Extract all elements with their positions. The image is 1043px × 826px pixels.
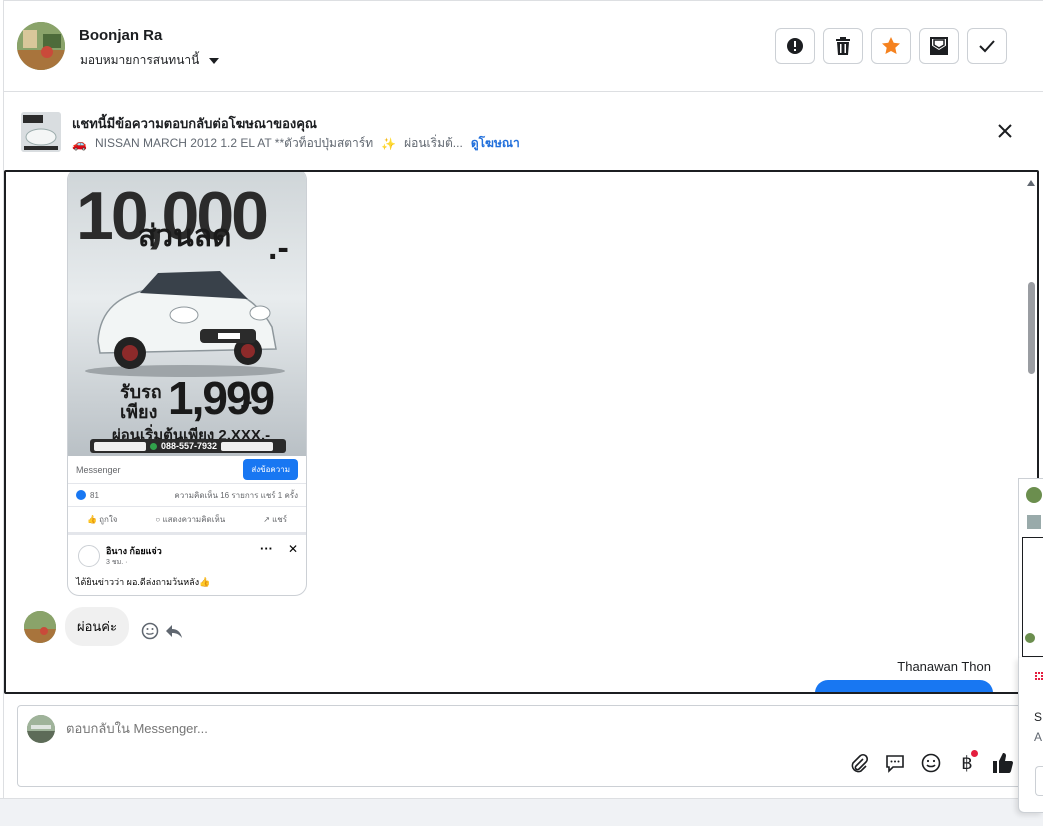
sender-avatar [24,610,56,643]
page-avatar [27,715,55,743]
check-icon [979,40,995,53]
paperclip-icon [851,753,869,773]
report-icon [787,38,803,54]
post-share-button[interactable]: ↗ แชร์ [263,513,287,526]
emoji-icon [921,753,941,773]
send-message-button[interactable]: ส่งข้อความ [243,459,298,480]
post-comment: อินาง ก้อยแจ่ว 3 ชม. · ··· ✕ ได้ยินข่าวว… [68,532,306,595]
ad-description-tail: ผ่อนเริ่มต้... [404,136,463,150]
ad-banner-subtitle: 🚗 NISSAN MARCH 2012 1.2 EL AT **ตัวท็อปป… [72,134,520,153]
payment-button[interactable]: ฿ [956,750,978,774]
shared-ad-post-card[interactable]: 10,000 .- ส่วนลด รับรถ เพียง 1,999 .- ผ่… [67,172,307,596]
side-popup-button[interactable] [1035,766,1043,796]
outgoing-message-bubble[interactable] [815,680,993,692]
post-reactions-row: 👍 ถูกใจ ○ แสดงความคิดเห็น ↗ แชร์ [68,506,306,532]
post-share-label: แชร์ [272,515,288,524]
view-ad-link[interactable]: ดูโฆษณา [471,134,520,153]
react-emoji-icon[interactable] [141,622,159,640]
ad-down-payment-suffix: .- [240,391,253,413]
post-like-button[interactable]: 👍 ถูกใจ [87,513,117,526]
commenter-avatar [78,545,100,567]
star-button[interactable] [871,28,911,64]
post-stats-row: 81 ความคิดเห็น 16 รายการ แชร์ 1 ครั้ง [68,484,306,506]
scrollbar-thumb[interactable] [1028,282,1035,374]
ad-banner-title: แชทนี้มีข้อความตอบกลับต่อโฆษณาของคุณ [72,116,317,131]
star-icon [882,37,900,54]
ad-phone: 088-557-7932 [161,441,218,451]
car-image [85,271,285,377]
commenter-name: อินาง ก้อยแจ่ว [106,546,162,556]
assign-label: มอบหมายการสนทนานี้ [80,53,200,67]
side-popup-icon [1035,672,1043,680]
ad-description: NISSAN MARCH 2012 1.2 EL AT **ตัวท็อปปุ่… [94,136,374,150]
outgoing-sender-name: Thanawan Thon [897,659,991,674]
header-actions [775,28,1007,64]
like-count[interactable]: 81 [76,490,99,500]
ad-thumbnail[interactable] [21,112,61,152]
reply-input[interactable] [66,721,566,736]
chat-bubble-icon [886,755,904,773]
composer-tools: ฿ [848,750,1014,774]
ad-reply-banner: แชทนี้มีข้อความตอบกลับต่อโฆษณาของคุณ 🚗 N… [4,92,1043,170]
car-emoji-icon: 🚗 [72,136,87,151]
notification-dot [971,750,978,757]
side-popup-text: A [1034,730,1043,744]
sparkle-emoji-icon: ✨ [381,136,397,151]
secondary-chat-avatar [1026,487,1042,503]
ad-receive-only-label: เพียง [120,402,158,422]
side-popup-title: S [1034,710,1043,724]
close-icon [998,124,1012,138]
thumbs-up-icon [993,753,1013,773]
message-tools [141,622,183,640]
post-messenger-row: Messenger ส่งข้อความ [68,456,306,484]
caret-down-icon [209,57,220,64]
conversation-header: Boonjan Ra มอบหมายการสนทนานี้ [4,0,1043,92]
scroll-up-arrow-icon[interactable] [1027,180,1035,186]
report-spam-button[interactable] [775,28,815,64]
comment-close-icon[interactable]: ✕ [288,542,298,556]
post-comment-button[interactable]: ○ แสดงความคิดเห็น [155,513,225,526]
comment-more-icon[interactable]: ··· [260,541,273,556]
message-thread[interactable]: 10,000 .- ส่วนลด รับรถ เพียง 1,999 .- ผ่… [4,170,1039,694]
like-count-value: 81 [90,490,99,500]
ad-down-payment: 1,999 [168,372,275,424]
mark-unread-icon [930,37,948,55]
contact-name[interactable]: Boonjan Ra [79,27,162,44]
ad-logo-chip [94,441,146,451]
secondary-chat-panel[interactable] [1018,478,1043,658]
message-composer: ฿ [17,705,1027,787]
contact-avatar[interactable] [17,22,65,70]
emoji-button[interactable] [920,752,942,774]
incoming-message-row: ผ่อนค่ะ [24,607,183,646]
send-like-button[interactable] [992,752,1014,774]
ad-web-chip [221,441,274,451]
secondary-chat-thumbnail [1027,515,1041,529]
footer-strip [0,798,1043,826]
assign-conversation-dropdown[interactable]: มอบหมายการสนทนานี้ [80,51,220,70]
ad-contact-strip: 088-557-7932 [90,439,286,453]
messenger-label: Messenger [76,464,121,475]
incoming-message-bubble[interactable]: ผ่อนค่ะ [65,607,129,646]
mark-unread-button[interactable] [919,28,959,64]
side-popup-card[interactable]: S A [1018,658,1043,813]
trash-icon [836,37,850,55]
comments-shares-count[interactable]: ความคิดเห็น 16 รายการ แชร์ 1 ครั้ง [174,489,298,502]
comment-time: 3 ชม. · [106,559,128,566]
ad-post-image[interactable]: 10,000 .- ส่วนลด รับรถ เพียง 1,999 .- ผ่… [68,172,306,456]
like-reaction-icon [76,490,86,500]
mark-done-button[interactable] [967,28,1007,64]
post-like-label: ถูกใจ [99,515,118,524]
saved-replies-button[interactable] [884,752,906,774]
phone-icon [150,442,157,450]
reply-icon[interactable] [165,622,183,640]
close-banner-button[interactable] [997,123,1013,139]
post-comment-label: แสดงความคิดเห็น [162,515,226,524]
secondary-chat-sender-avatar [1025,633,1035,643]
attach-button[interactable] [848,752,870,774]
comment-text: ได้ยินข่าวว่า ผอ.ดีล่งถามว้นหลัง👍 [76,577,211,587]
delete-button[interactable] [823,28,863,64]
